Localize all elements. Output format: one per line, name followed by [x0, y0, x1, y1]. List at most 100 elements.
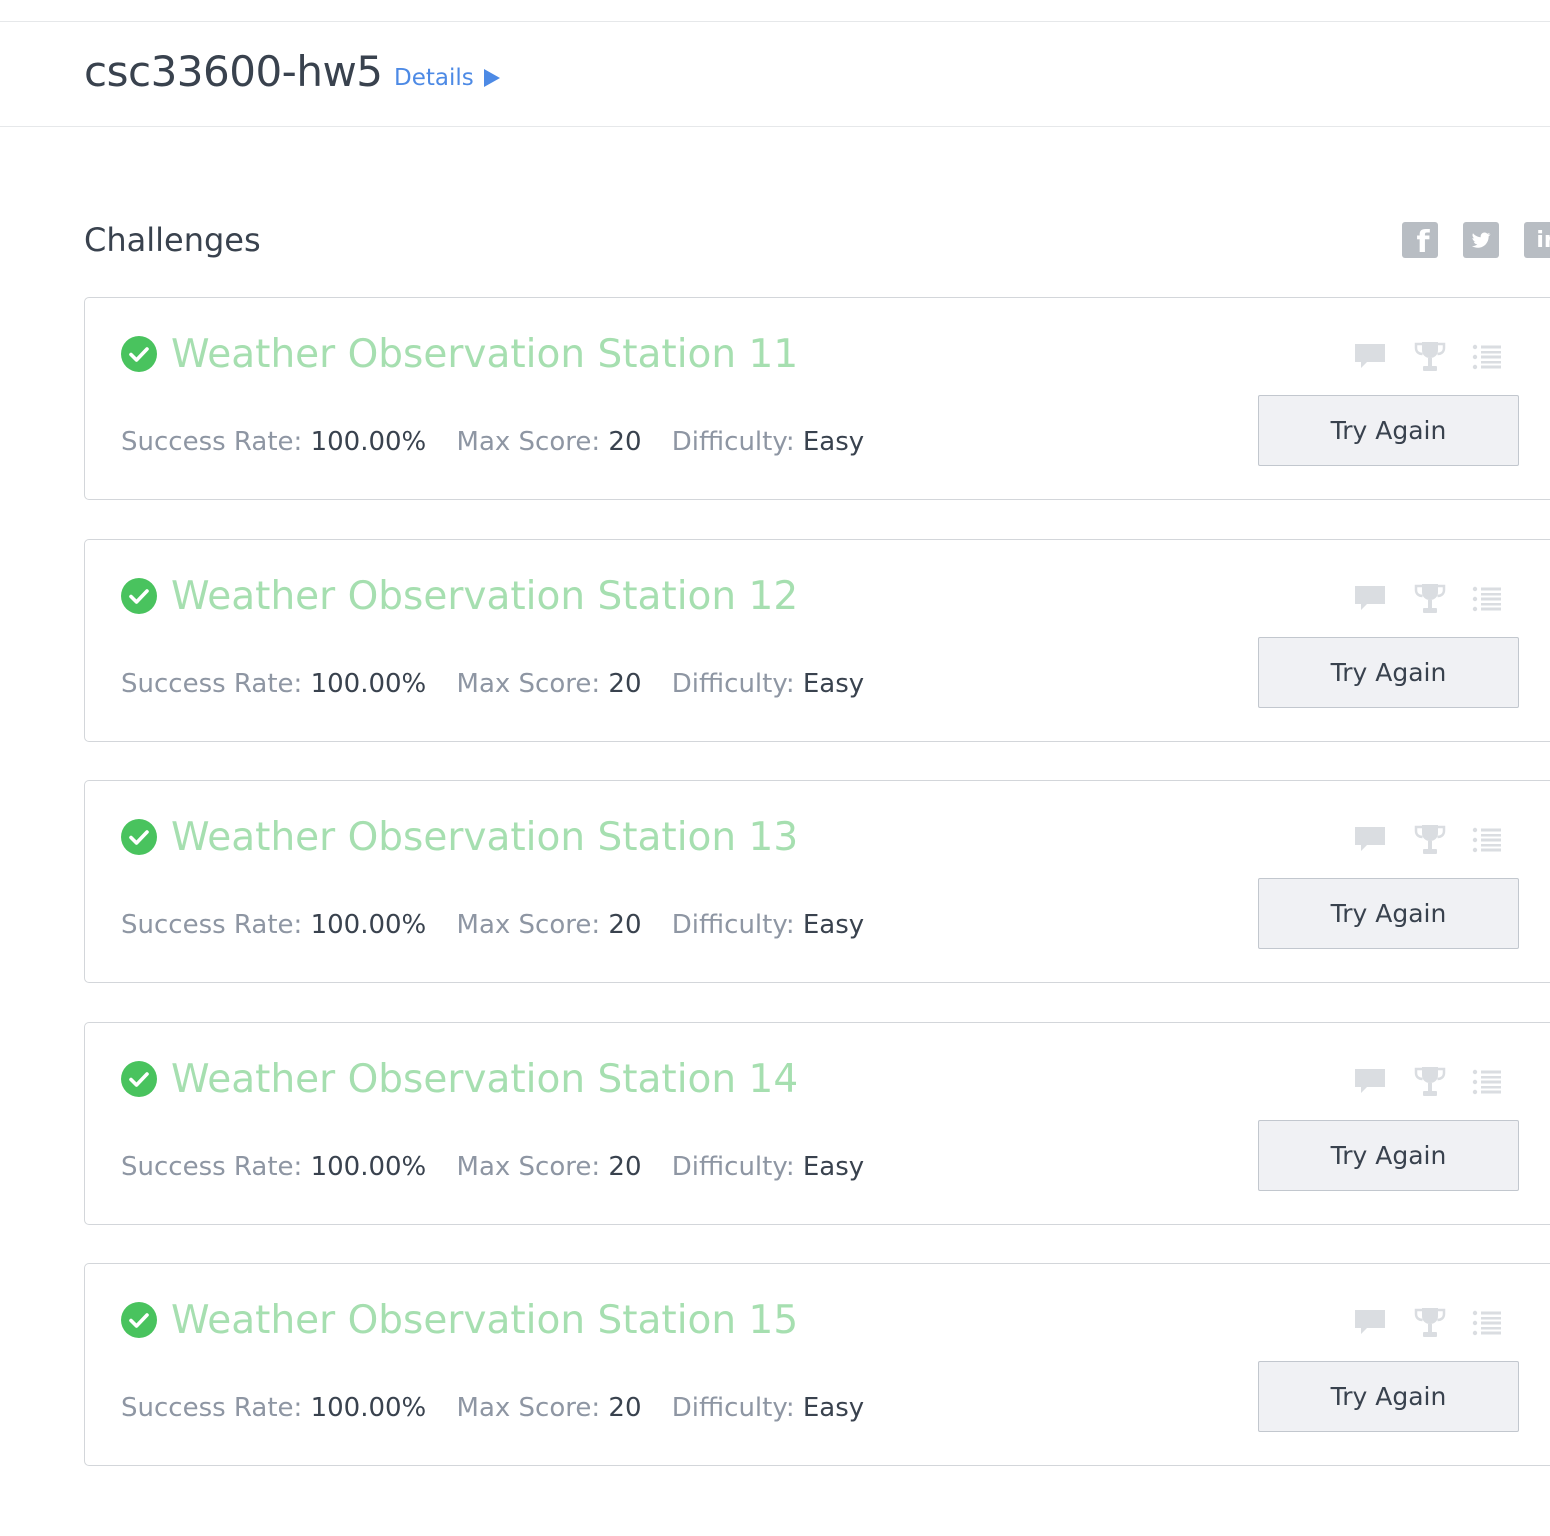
max-score-label: Max Score:	[456, 669, 601, 699]
success-rate-value: 100.00%	[310, 427, 427, 457]
difficulty: Difficulty: Easy	[672, 910, 864, 940]
difficulty-label: Difficulty:	[671, 910, 795, 940]
trophy-icon[interactable]	[1413, 340, 1447, 374]
challenge-card: Weather Observation Station 11 Success R…	[84, 297, 1550, 500]
challenge-title[interactable]: Weather Observation Station 14	[171, 1055, 798, 1105]
success-rate-value: 100.00%	[310, 1393, 427, 1423]
challenge-card: Weather Observation Station 15 Success R…	[84, 1263, 1550, 1466]
try-again-button[interactable]: Try Again	[1258, 637, 1519, 708]
challenge-stats: Success Rate: 100.00% Max Score: 20 Diff…	[121, 907, 886, 943]
challenge-title[interactable]: Weather Observation Station 13	[171, 813, 798, 863]
check-circle-icon	[121, 1061, 157, 1097]
twitter-icon[interactable]	[1463, 222, 1499, 258]
challenge-stats: Success Rate: 100.00% Max Score: 20 Diff…	[121, 1149, 886, 1185]
comment-icon[interactable]	[1353, 582, 1387, 616]
check-circle-icon	[121, 578, 157, 614]
try-again-button[interactable]: Try Again	[1258, 1361, 1519, 1432]
difficulty-value: Easy	[802, 427, 865, 457]
card-actions	[1353, 1306, 1523, 1340]
difficulty-label: Difficulty:	[671, 669, 795, 699]
comment-icon[interactable]	[1353, 823, 1387, 857]
list-icon[interactable]	[1471, 1306, 1505, 1340]
challenge-stats: Success Rate: 100.00% Max Score: 20 Diff…	[121, 424, 886, 460]
facebook-icon[interactable]: f	[1402, 222, 1438, 258]
list-icon[interactable]	[1471, 340, 1505, 374]
difficulty-value: Easy	[802, 669, 865, 699]
trophy-icon[interactable]	[1413, 823, 1447, 857]
try-again-button[interactable]: Try Again	[1258, 1120, 1519, 1191]
difficulty-value: Easy	[802, 1152, 865, 1182]
check-circle-icon	[121, 1302, 157, 1338]
try-again-button[interactable]: Try Again	[1258, 878, 1519, 949]
difficulty: Difficulty: Easy	[672, 1393, 864, 1423]
list-icon[interactable]	[1471, 823, 1505, 857]
card-actions	[1353, 582, 1523, 616]
success-rate-value: 100.00%	[310, 910, 427, 940]
details-label: Details	[394, 65, 474, 91]
section-title: Challenges	[84, 221, 261, 259]
triangle-right-icon	[483, 69, 500, 87]
success-rate: Success Rate: 100.00%	[121, 1393, 426, 1423]
challenge-card: Weather Observation Station 14 Success R…	[84, 1022, 1550, 1225]
challenge-card: Weather Observation Station 13 Success R…	[84, 780, 1550, 983]
contest-title: csc33600-hw5	[84, 47, 383, 96]
card-actions	[1353, 1065, 1523, 1099]
challenge-title[interactable]: Weather Observation Station 12	[171, 572, 798, 622]
trophy-icon[interactable]	[1413, 1065, 1447, 1099]
success-rate-label: Success Rate:	[121, 1393, 303, 1423]
check-circle-icon	[121, 336, 157, 372]
max-score-value: 20	[608, 1393, 642, 1423]
max-score-value: 20	[608, 1152, 642, 1182]
success-rate-value: 100.00%	[310, 669, 427, 699]
difficulty-label: Difficulty:	[671, 427, 795, 457]
difficulty-label: Difficulty:	[671, 1152, 795, 1182]
success-rate-label: Success Rate:	[121, 669, 303, 699]
try-again-button[interactable]: Try Again	[1258, 395, 1519, 466]
details-link[interactable]: Details	[394, 62, 500, 94]
trophy-icon[interactable]	[1413, 1306, 1447, 1340]
difficulty: Difficulty: Easy	[672, 669, 864, 699]
list-icon[interactable]	[1471, 1065, 1505, 1099]
challenge-card: Weather Observation Station 12 Success R…	[84, 539, 1550, 742]
max-score-value: 20	[608, 910, 642, 940]
success-rate-label: Success Rate:	[121, 910, 303, 940]
max-score-label: Max Score:	[456, 1152, 601, 1182]
facebook-glyph: f	[1416, 225, 1430, 258]
success-rate: Success Rate: 100.00%	[121, 669, 426, 699]
difficulty-label: Difficulty:	[671, 1393, 795, 1423]
max-score: Max Score: 20	[457, 1152, 642, 1182]
twitter-bird-glyph	[1471, 232, 1491, 248]
max-score: Max Score: 20	[457, 1393, 642, 1423]
difficulty-value: Easy	[802, 1393, 865, 1423]
challenge-stats: Success Rate: 100.00% Max Score: 20 Diff…	[121, 1390, 886, 1426]
max-score-value: 20	[608, 427, 642, 457]
success-rate-label: Success Rate:	[121, 1152, 303, 1182]
max-score-value: 20	[608, 669, 642, 699]
difficulty-value: Easy	[802, 910, 865, 940]
challenge-title[interactable]: Weather Observation Station 15	[171, 1296, 798, 1346]
success-rate: Success Rate: 100.00%	[121, 1152, 426, 1182]
success-rate-value: 100.00%	[310, 1152, 427, 1182]
card-actions	[1353, 340, 1523, 374]
card-actions	[1353, 823, 1523, 857]
difficulty: Difficulty: Easy	[672, 427, 864, 457]
list-icon[interactable]	[1471, 582, 1505, 616]
max-score-label: Max Score:	[456, 910, 601, 940]
max-score-label: Max Score:	[456, 1393, 601, 1423]
max-score: Max Score: 20	[457, 910, 642, 940]
comment-icon[interactable]	[1353, 1065, 1387, 1099]
success-rate: Success Rate: 100.00%	[121, 910, 426, 940]
challenge-title[interactable]: Weather Observation Station 11	[171, 330, 798, 380]
challenge-stats: Success Rate: 100.00% Max Score: 20 Diff…	[121, 666, 886, 702]
linkedin-icon[interactable]: in	[1524, 222, 1550, 258]
comment-icon[interactable]	[1353, 340, 1387, 374]
trophy-icon[interactable]	[1413, 582, 1447, 616]
max-score: Max Score: 20	[457, 669, 642, 699]
linkedin-glyph: in	[1536, 227, 1550, 253]
difficulty: Difficulty: Easy	[672, 1152, 864, 1182]
success-rate-label: Success Rate:	[121, 427, 303, 457]
comment-icon[interactable]	[1353, 1306, 1387, 1340]
success-rate: Success Rate: 100.00%	[121, 427, 426, 457]
max-score-label: Max Score:	[456, 427, 601, 457]
max-score: Max Score: 20	[457, 427, 642, 457]
